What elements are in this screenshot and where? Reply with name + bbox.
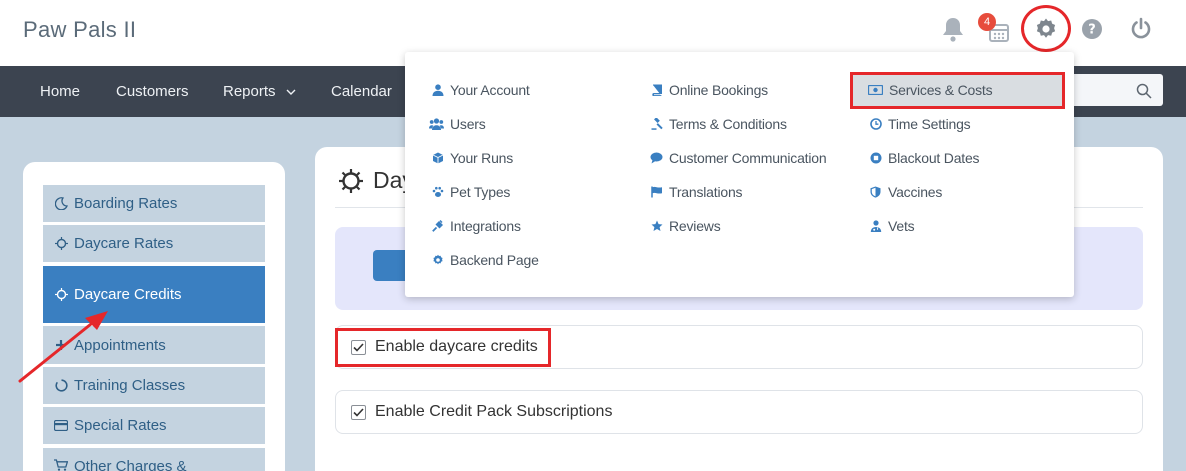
power-icon[interactable]: [1127, 14, 1155, 44]
menu-item-blackout-dates[interactable]: Blackout Dates: [869, 150, 980, 166]
sidebar-item-label: Other Charges &: [74, 458, 187, 471]
sidebar-item-appointments[interactable]: Appointments: [43, 326, 265, 364]
gavel-icon: [650, 118, 663, 131]
menu-item-translations[interactable]: Translations: [650, 184, 743, 200]
clock-icon: [869, 118, 882, 131]
sun-icon: [54, 288, 68, 302]
services-highlight-box: [850, 72, 1065, 109]
sidebar-item-training-classes[interactable]: Training Classes: [43, 367, 265, 404]
menu-item-time-settings[interactable]: Time Settings: [869, 116, 971, 132]
menu-item-vaccines[interactable]: Vaccines: [869, 184, 942, 200]
plug-icon: [431, 220, 444, 233]
moon-icon: [54, 197, 68, 211]
stop-circle-icon: [869, 152, 882, 165]
flag-icon: [650, 186, 663, 199]
cube-icon: [431, 152, 444, 165]
help-icon[interactable]: ?: [1078, 14, 1106, 44]
star-icon: [650, 220, 663, 233]
enable-credit-pack-checkbox[interactable]: [351, 404, 366, 420]
bell-icon[interactable]: [939, 14, 967, 44]
user-icon: [431, 84, 444, 97]
menu-item-integrations[interactable]: Integrations: [431, 218, 521, 234]
app-title[interactable]: Paw Pals II: [23, 17, 136, 43]
user-md-icon: [869, 220, 882, 233]
plus-icon: [54, 338, 68, 352]
option-label: Enable Credit Pack Subscriptions: [375, 403, 613, 420]
nav-home[interactable]: Home: [40, 83, 80, 100]
nav-customers[interactable]: Customers: [116, 83, 189, 100]
sidebar-item-other-charges[interactable]: Other Charges &: [43, 448, 265, 471]
page-title: Day: [339, 167, 414, 194]
menu-item-reviews[interactable]: Reviews: [650, 218, 721, 234]
menu-item-pet-types[interactable]: Pet Types: [431, 184, 510, 200]
sun-icon: [54, 237, 68, 251]
menu-item-terms-conditions[interactable]: Terms & Conditions: [650, 116, 787, 132]
nav-reports[interactable]: Reports: [223, 83, 296, 100]
card-icon: [54, 419, 68, 433]
sidebar-item-daycare-credits[interactable]: Daycare Credits: [43, 266, 265, 323]
menu-item-vets[interactable]: Vets: [869, 218, 915, 234]
sidebar-item-daycare-rates[interactable]: Daycare Rates: [43, 225, 265, 262]
sidebar-item-label: Boarding Rates: [74, 195, 178, 212]
menu-item-backend-page[interactable]: Backend Page: [431, 252, 539, 268]
shield-icon: [869, 186, 882, 199]
search-icon: [1136, 83, 1152, 99]
menu-item-your-runs[interactable]: Your Runs: [431, 150, 513, 166]
sidebar-item-special-rates[interactable]: Special Rates: [43, 407, 265, 444]
users-icon: [429, 118, 444, 131]
menu-item-customer-communication[interactable]: Customer Communication: [650, 150, 827, 166]
cart-icon: [54, 458, 68, 471]
check-icon: [353, 407, 364, 417]
svg-text:?: ?: [1088, 23, 1096, 38]
sun-icon: [339, 168, 363, 193]
sidebar-item-label: Daycare Rates: [74, 235, 174, 252]
comment-icon: [650, 152, 663, 165]
nav-reports-label: Reports: [223, 83, 276, 100]
gear-icon: [431, 254, 444, 267]
menu-item-online-bookings[interactable]: Online Bookings: [650, 82, 768, 98]
sidebar-item-label: Appointments: [74, 336, 166, 354]
nav-calendar[interactable]: Calendar: [331, 83, 392, 100]
sidebar-item-boarding-rates[interactable]: Boarding Rates: [43, 185, 265, 222]
menu-item-your-account[interactable]: Your Account: [431, 82, 530, 98]
enable-credit-pack-row[interactable]: Enable Credit Pack Subscriptions: [335, 390, 1143, 434]
gear-highlight-circle: [1021, 5, 1071, 52]
menu-item-users[interactable]: Users: [429, 116, 486, 132]
sidebar-item-label: Training Classes: [74, 377, 186, 394]
checkbox-highlight-box: [335, 328, 551, 367]
circle-notch-icon: [54, 379, 68, 393]
notification-badge: 4: [978, 13, 996, 31]
paw-icon: [431, 186, 444, 199]
sidebar-item-label: Special Rates: [74, 417, 167, 434]
book-icon: [650, 84, 663, 97]
sidebar-item-label: Daycare Credits: [74, 286, 182, 303]
chevron-down-icon: [286, 89, 296, 95]
